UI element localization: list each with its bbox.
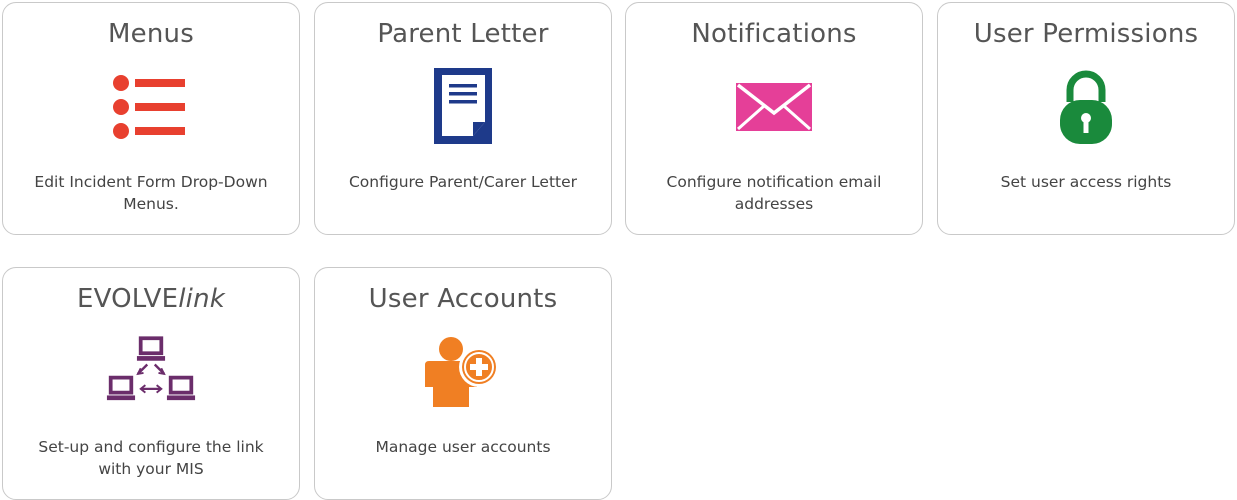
envelope-icon xyxy=(729,65,819,149)
card-description: Configure Parent/Carer Letter xyxy=(348,173,578,191)
card-description: Set-up and configure the link with your … xyxy=(38,438,264,478)
parent-letter-card[interactable]: Parent Letter Configure Parent/Carer Let… xyxy=(314,2,612,235)
add-user-icon xyxy=(418,330,508,414)
padlock-icon xyxy=(1041,65,1131,149)
card-description: Manage user accounts xyxy=(375,438,551,456)
card-title: Parent Letter xyxy=(377,19,549,49)
title-main: EVOLVE xyxy=(76,284,179,314)
list-icon xyxy=(106,65,196,149)
card-description: Configure notification email addresses xyxy=(666,173,882,213)
network-computers-icon xyxy=(106,330,196,414)
menus-card[interactable]: Menus Edit Incident Form Drop-Down Menus… xyxy=(2,2,300,235)
card-description: Set user access rights xyxy=(1000,173,1172,191)
evolvelink-card[interactable]: EVOLVElink Set-up and configure the link… xyxy=(2,267,300,500)
card-title: User Permissions xyxy=(973,19,1199,49)
card-title: Menus xyxy=(108,19,194,49)
card-title: User Accounts xyxy=(368,284,558,314)
document-icon xyxy=(418,65,508,149)
notifications-card[interactable]: Notifications Configure notification ema… xyxy=(625,2,923,235)
user-permissions-card[interactable]: User Permissions Set user access rights xyxy=(937,2,1235,235)
card-title: EVOLVElink xyxy=(3,284,299,314)
user-accounts-card[interactable]: User Accounts Manage user accounts xyxy=(314,267,612,500)
card-description: Edit Incident Form Drop-Down Menus. xyxy=(34,173,268,213)
card-title: Notifications xyxy=(691,19,857,49)
title-italic: link xyxy=(178,284,226,314)
